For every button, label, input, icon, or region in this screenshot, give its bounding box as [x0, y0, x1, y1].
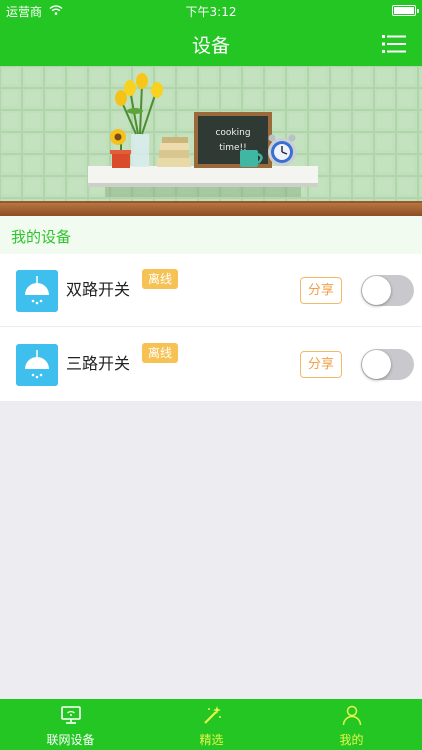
- toggle-knob: [362, 276, 391, 305]
- magic-wand-icon: [203, 706, 221, 724]
- device-name: 三路开关: [66, 354, 131, 373]
- person-icon: [342, 705, 361, 726]
- battery-icon: [392, 5, 419, 16]
- share-button[interactable]: 分享: [300, 351, 342, 378]
- offline-badge: 离线: [142, 269, 179, 289]
- chalkboard-text-line1: cooking: [215, 128, 250, 138]
- device-row[interactable]: 三路开关 离线 分享: [0, 328, 422, 401]
- power-toggle[interactable]: [361, 349, 414, 380]
- device-name: 双路开关: [66, 280, 131, 299]
- tab-label: 精选: [199, 733, 224, 747]
- banner-image: cooking time!!: [0, 66, 422, 216]
- monitor-icon: [60, 706, 81, 724]
- lamp-icon: [16, 270, 58, 312]
- lamp-icon: [16, 344, 58, 386]
- nav-bar: 设备: [0, 22, 422, 66]
- tab-label: 我的: [339, 733, 364, 747]
- share-button[interactable]: 分享: [300, 277, 342, 304]
- tab-label: 联网设备: [46, 733, 95, 747]
- clock: 下午3:12: [185, 5, 237, 19]
- offline-badge: 离线: [142, 343, 179, 363]
- toggle-knob: [362, 350, 391, 379]
- status-bar: 运营商 下午3:12: [0, 0, 422, 22]
- tab-mine[interactable]: 我的: [281, 699, 422, 750]
- tab-featured[interactable]: 精选: [141, 699, 282, 750]
- page-title: 设备: [191, 35, 230, 57]
- tab-bar: 联网设备 精选 我的: [0, 699, 422, 750]
- power-toggle[interactable]: [361, 275, 414, 306]
- section-title: 我的设备: [11, 228, 72, 246]
- tab-connected-devices[interactable]: 联网设备: [0, 699, 141, 750]
- device-row[interactable]: 双路开关 离线 分享: [0, 254, 422, 327]
- section-header: 我的设备: [0, 216, 422, 254]
- list-icon[interactable]: [382, 34, 406, 54]
- device-list: 双路开关 离线 分享 三路开关 离线 分享: [0, 254, 422, 401]
